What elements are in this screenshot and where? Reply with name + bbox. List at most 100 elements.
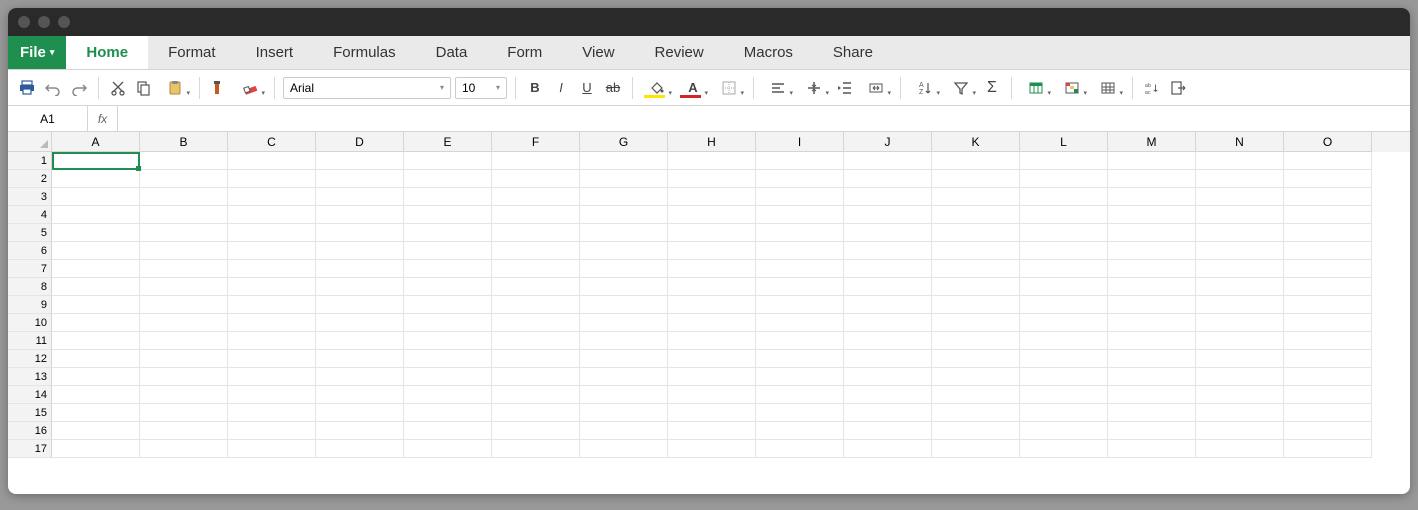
cell[interactable] xyxy=(932,314,1020,332)
underline-button[interactable]: U xyxy=(576,77,598,99)
cell[interactable] xyxy=(52,332,140,350)
cell[interactable] xyxy=(404,278,492,296)
cell[interactable] xyxy=(404,332,492,350)
cell[interactable] xyxy=(1196,332,1284,350)
tab-share[interactable]: Share xyxy=(813,36,893,69)
cell[interactable] xyxy=(404,296,492,314)
cell[interactable] xyxy=(756,188,844,206)
cell[interactable] xyxy=(228,188,316,206)
cell[interactable] xyxy=(316,224,404,242)
cell[interactable] xyxy=(1196,188,1284,206)
cell[interactable] xyxy=(228,206,316,224)
cell[interactable] xyxy=(404,170,492,188)
row-header[interactable]: 9 xyxy=(8,296,52,314)
column-header[interactable]: G xyxy=(580,132,668,152)
cell[interactable] xyxy=(932,188,1020,206)
cell[interactable] xyxy=(756,422,844,440)
row-header[interactable]: 16 xyxy=(8,422,52,440)
cell[interactable] xyxy=(844,152,932,170)
cell[interactable] xyxy=(580,296,668,314)
cell[interactable] xyxy=(1196,314,1284,332)
cell[interactable] xyxy=(844,170,932,188)
cell[interactable] xyxy=(668,422,756,440)
cell[interactable] xyxy=(140,224,228,242)
cell[interactable] xyxy=(140,350,228,368)
cell[interactable] xyxy=(932,368,1020,386)
cell[interactable] xyxy=(1020,368,1108,386)
column-header[interactable]: H xyxy=(668,132,756,152)
cell[interactable] xyxy=(228,314,316,332)
cell[interactable] xyxy=(580,332,668,350)
cell[interactable] xyxy=(1196,350,1284,368)
select-all-corner[interactable] xyxy=(8,132,52,152)
row-header[interactable]: 13 xyxy=(8,368,52,386)
cut-button[interactable] xyxy=(107,77,129,99)
cell[interactable] xyxy=(668,368,756,386)
row-header[interactable]: 14 xyxy=(8,386,52,404)
column-header[interactable]: I xyxy=(756,132,844,152)
cell[interactable] xyxy=(404,368,492,386)
cell[interactable] xyxy=(492,314,580,332)
cell[interactable] xyxy=(1108,332,1196,350)
cell[interactable] xyxy=(668,260,756,278)
cell[interactable] xyxy=(756,152,844,170)
cell[interactable] xyxy=(932,152,1020,170)
cell[interactable] xyxy=(228,170,316,188)
cell[interactable] xyxy=(228,350,316,368)
cell[interactable] xyxy=(844,206,932,224)
column-header[interactable]: D xyxy=(316,132,404,152)
cell[interactable] xyxy=(1020,260,1108,278)
file-menu-button[interactable]: File ▾ xyxy=(8,36,66,69)
name-box[interactable]: A1 xyxy=(8,106,88,131)
undo-button[interactable] xyxy=(42,77,64,99)
cell[interactable] xyxy=(756,440,844,458)
cell[interactable] xyxy=(140,386,228,404)
cell[interactable] xyxy=(1020,242,1108,260)
cell[interactable] xyxy=(228,368,316,386)
cell[interactable] xyxy=(1284,440,1372,458)
cell[interactable] xyxy=(1020,206,1108,224)
cell[interactable] xyxy=(932,422,1020,440)
font-size-select[interactable]: 10 ▾ xyxy=(455,77,507,99)
cell[interactable] xyxy=(404,440,492,458)
cell[interactable] xyxy=(1020,152,1108,170)
cell[interactable] xyxy=(404,404,492,422)
cell[interactable] xyxy=(756,278,844,296)
cell[interactable] xyxy=(316,440,404,458)
cell[interactable] xyxy=(668,242,756,260)
cell[interactable] xyxy=(52,188,140,206)
cell[interactable] xyxy=(492,368,580,386)
cell[interactable] xyxy=(932,206,1020,224)
clear-format-button[interactable]: ▾ xyxy=(234,77,266,99)
cell[interactable] xyxy=(1284,422,1372,440)
cell[interactable] xyxy=(756,404,844,422)
cell[interactable] xyxy=(140,278,228,296)
cell[interactable] xyxy=(492,224,580,242)
cell[interactable] xyxy=(1020,332,1108,350)
cell[interactable] xyxy=(580,152,668,170)
sort-button[interactable]: AZ▾ xyxy=(909,77,941,99)
cell[interactable] xyxy=(932,386,1020,404)
cell[interactable] xyxy=(756,350,844,368)
row-header[interactable]: 1 xyxy=(8,152,52,170)
cell[interactable] xyxy=(932,242,1020,260)
sum-button[interactable]: Σ xyxy=(981,77,1003,99)
cell[interactable] xyxy=(668,188,756,206)
redo-button[interactable] xyxy=(68,77,90,99)
cell[interactable] xyxy=(1108,152,1196,170)
maximize-window-button[interactable] xyxy=(58,16,70,28)
cell[interactable] xyxy=(756,206,844,224)
tab-macros[interactable]: Macros xyxy=(724,36,813,69)
cell[interactable] xyxy=(1284,350,1372,368)
cell[interactable] xyxy=(932,260,1020,278)
table-style-button[interactable]: ▾ xyxy=(1020,77,1052,99)
cell[interactable] xyxy=(756,224,844,242)
column-header[interactable]: A xyxy=(52,132,140,152)
cell[interactable] xyxy=(1196,152,1284,170)
cell[interactable] xyxy=(52,440,140,458)
tab-insert[interactable]: Insert xyxy=(236,36,314,69)
cell[interactable] xyxy=(404,242,492,260)
row-header[interactable]: 5 xyxy=(8,224,52,242)
cell[interactable] xyxy=(404,422,492,440)
cell[interactable] xyxy=(492,404,580,422)
